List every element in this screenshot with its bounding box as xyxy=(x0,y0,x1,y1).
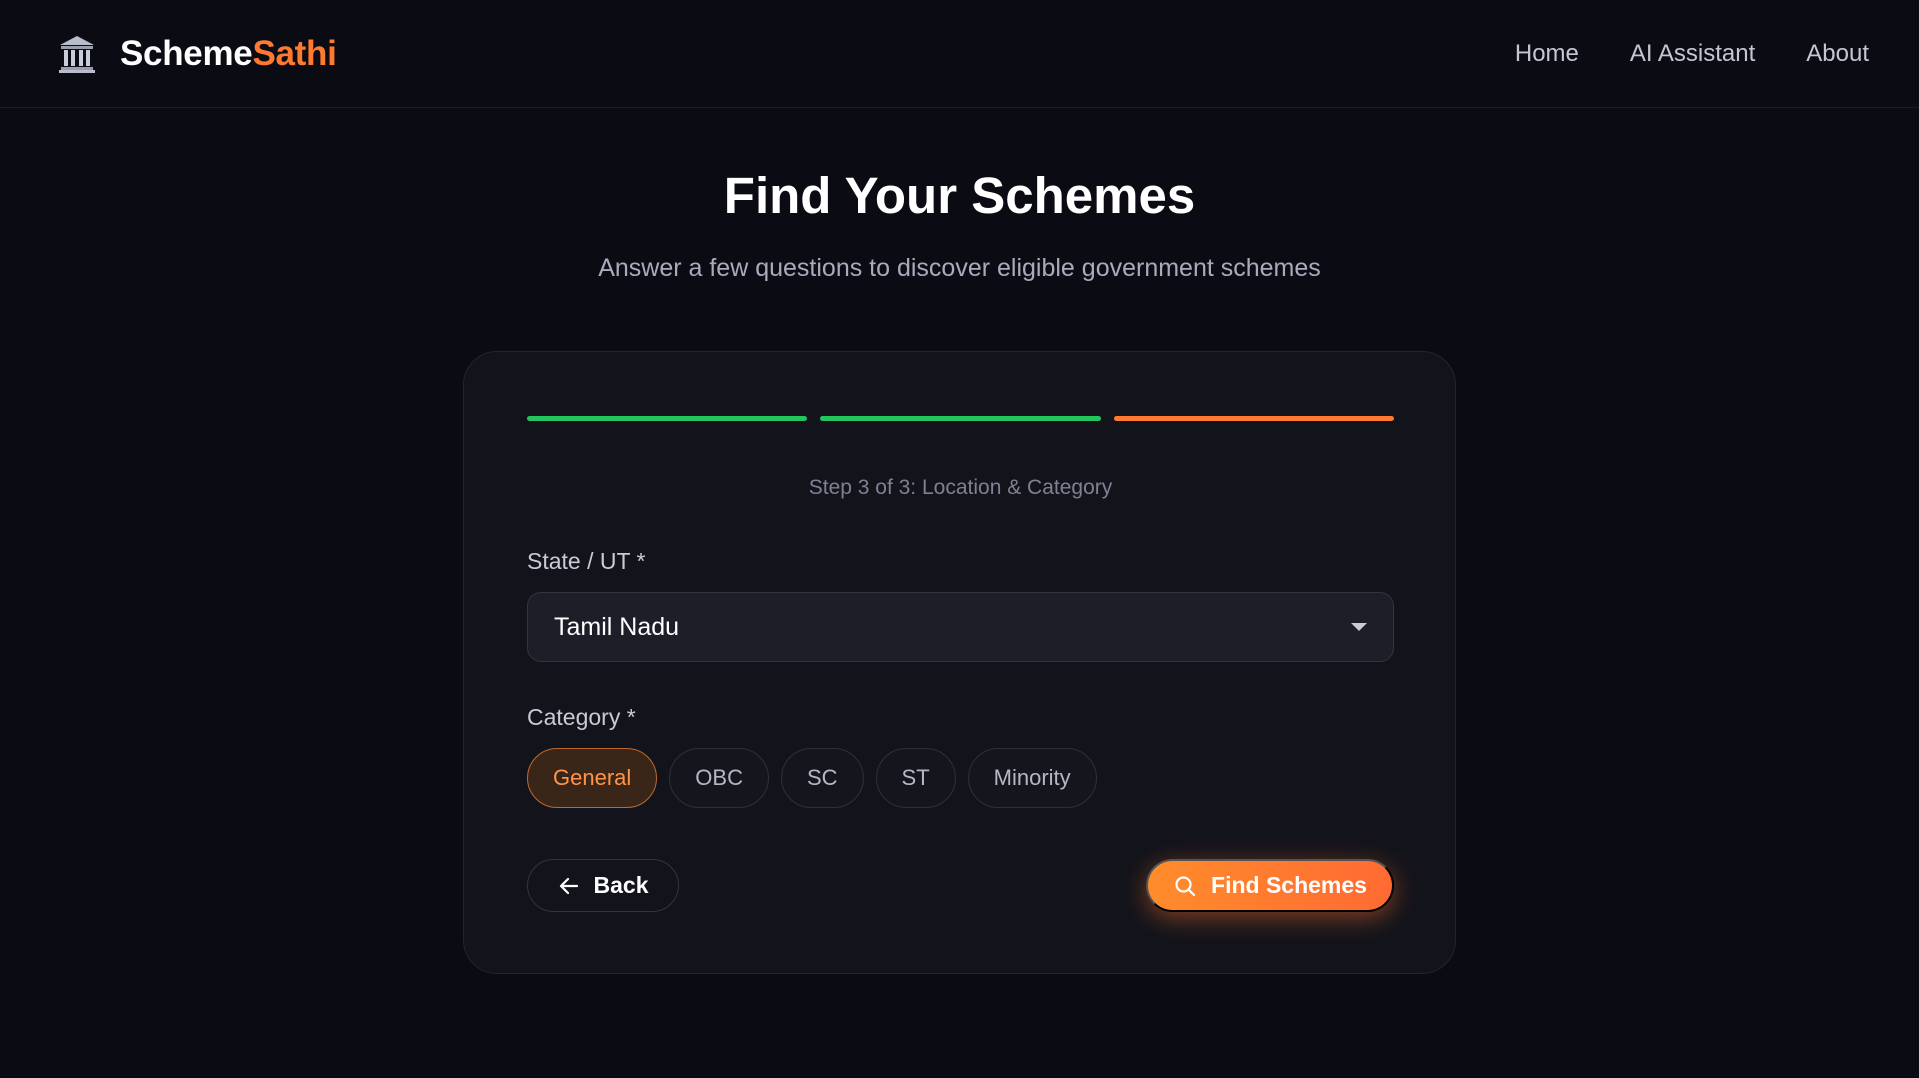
state-select[interactable]: Tamil Nadu xyxy=(527,592,1394,662)
state-select-value: Tamil Nadu xyxy=(554,612,680,641)
nav-home[interactable]: Home xyxy=(1515,40,1579,68)
brand[interactable]: SchemeSathi xyxy=(58,34,337,74)
page-title: Find Your Schemes xyxy=(723,167,1196,224)
category-field-label: Category * xyxy=(527,704,636,730)
step-label: Step 3 of 3: Location & Category xyxy=(808,476,1113,499)
category-option-obc[interactable]: OBC xyxy=(669,748,769,808)
chevron-down-icon xyxy=(1351,623,1367,631)
brand-name: SchemeSathi xyxy=(120,34,337,74)
category-option-general[interactable]: General xyxy=(527,748,658,808)
category-options: General OBC SC ST Minority xyxy=(527,748,1097,808)
search-icon xyxy=(1175,875,1196,896)
progress-segment-3 xyxy=(1113,416,1394,421)
step-progress-bar xyxy=(527,416,1394,421)
state-field-label: State / UT * xyxy=(527,548,646,574)
nav-ai-assistant[interactable]: AI Assistant xyxy=(1630,40,1755,68)
nav-about[interactable]: About xyxy=(1806,40,1869,68)
brand-name-part2: Sathi xyxy=(252,33,337,73)
main-nav: Home AI Assistant About xyxy=(1515,40,1869,68)
category-option-minority[interactable]: Minority xyxy=(967,748,1097,808)
bank-building-icon xyxy=(59,35,95,73)
arrow-left-icon xyxy=(559,877,578,894)
progress-segment-2 xyxy=(820,416,1101,421)
find-schemes-button-label: Find Schemes xyxy=(1211,872,1367,898)
back-button[interactable]: Back xyxy=(527,859,679,912)
brand-name-part1: Scheme xyxy=(120,33,253,73)
find-schemes-button[interactable]: Find Schemes xyxy=(1146,859,1394,912)
scheme-finder-card: Step 3 of 3: Location & Category State /… xyxy=(463,351,1456,974)
category-option-st[interactable]: ST xyxy=(875,748,956,808)
progress-segment-1 xyxy=(527,416,808,421)
category-option-sc[interactable]: SC xyxy=(780,748,864,808)
page-subtitle: Answer a few questions to discover eligi… xyxy=(598,254,1321,282)
back-button-label: Back xyxy=(593,872,649,898)
top-navigation-bar: SchemeSathi Home AI Assistant About xyxy=(0,0,1919,108)
